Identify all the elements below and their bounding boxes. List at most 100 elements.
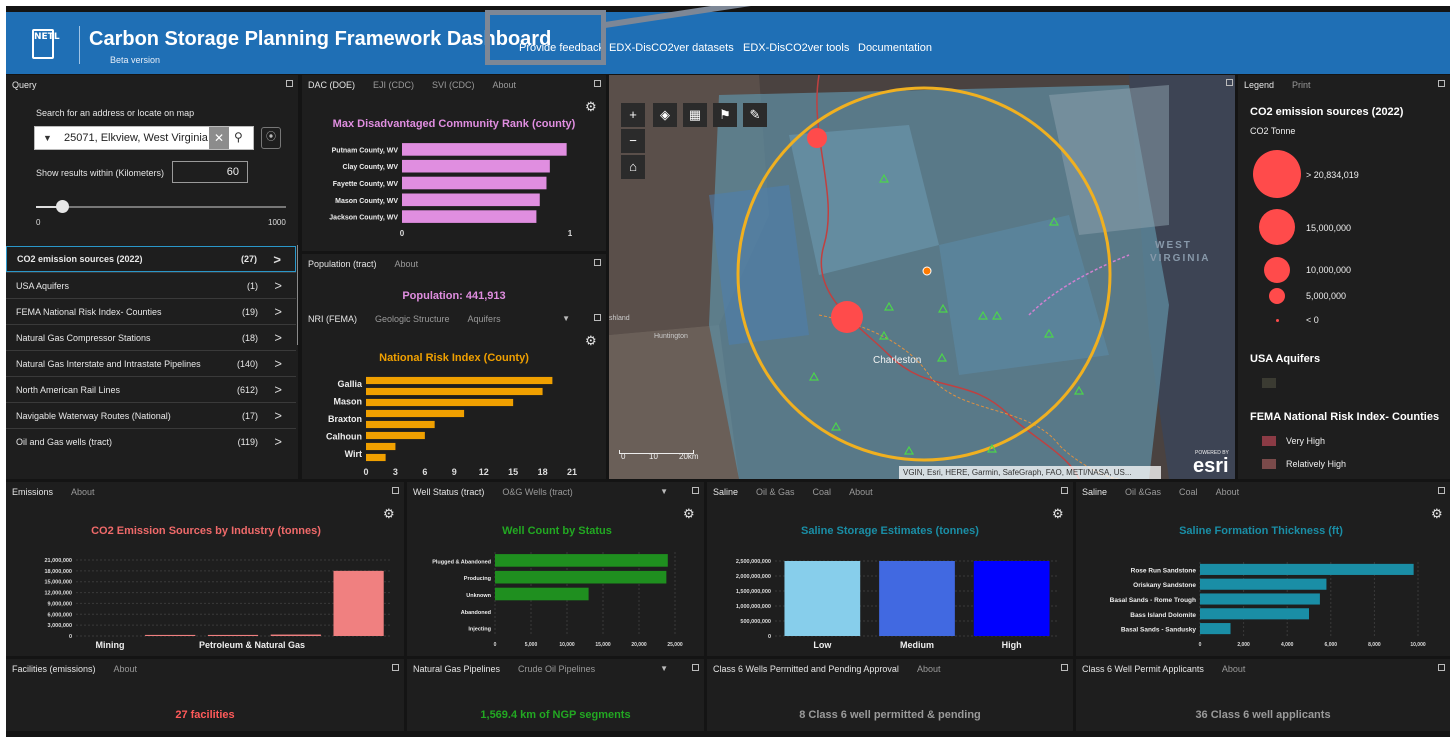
search-input[interactable]: 25071, Elkview, West Virginia bbox=[64, 132, 214, 144]
zoom-out-button[interactable]: − bbox=[621, 129, 645, 153]
locate-icon[interactable]: ⦿ bbox=[261, 127, 281, 149]
tab-about[interactable]: About bbox=[849, 487, 873, 497]
chevron-right-icon[interactable]: > bbox=[274, 382, 282, 397]
maximize-icon[interactable] bbox=[692, 487, 699, 494]
emission-source-marker[interactable] bbox=[807, 128, 827, 148]
maximize-icon[interactable] bbox=[1438, 487, 1445, 494]
layers-icon[interactable]: ◈ bbox=[653, 103, 677, 127]
chevron-right-icon[interactable]: > bbox=[274, 330, 282, 345]
tab-class6-permitted[interactable]: Class 6 Wells Permitted and Pending Appr… bbox=[713, 664, 899, 674]
tab-oil-gas[interactable]: Oil & Gas bbox=[756, 487, 795, 497]
nav-datasets[interactable]: EDX-DisCO2ver datasets bbox=[609, 42, 734, 54]
tab-about[interactable]: About bbox=[71, 487, 95, 497]
tab-about[interactable]: About bbox=[1216, 487, 1240, 497]
tab-well-status[interactable]: Well Status (tract) bbox=[413, 487, 484, 497]
tab-coal[interactable]: Coal bbox=[1179, 487, 1198, 497]
tab-nri-fema[interactable]: NRI (FEMA) bbox=[308, 314, 357, 324]
radius-slider-handle[interactable] bbox=[56, 200, 69, 213]
tab-aquifers[interactable]: Aquifers bbox=[468, 314, 501, 324]
query-result-row[interactable]: Navigable Waterway Routes (National) (17)… bbox=[6, 402, 296, 428]
query-result-row[interactable]: CO2 emission sources (2022) (27) > bbox=[6, 246, 296, 272]
legend-swatch-aquifer bbox=[1262, 378, 1276, 388]
query-result-row[interactable]: Oil and Gas wells (tract) (119) > bbox=[6, 428, 296, 454]
emission-source-marker[interactable] bbox=[831, 301, 863, 333]
tab-query[interactable]: Query bbox=[12, 80, 37, 90]
tab-saline[interactable]: Saline bbox=[1082, 487, 1107, 497]
chevron-right-icon[interactable]: > bbox=[274, 278, 282, 293]
maximize-icon[interactable] bbox=[1061, 487, 1068, 494]
map-panel[interactable]: WEST VIRGINIA Charleston Huntington shla… bbox=[609, 75, 1235, 479]
tab-crude-oil-pipelines[interactable]: Crude Oil Pipelines bbox=[518, 664, 595, 674]
chevron-down-icon[interactable]: ▼ bbox=[562, 314, 570, 323]
query-result-row[interactable]: Natural Gas Interstate and Intrastate Pi… bbox=[6, 350, 296, 376]
location-pin[interactable] bbox=[922, 266, 932, 276]
tab-about[interactable]: About bbox=[493, 80, 517, 90]
gear-icon[interactable]: ⚙ bbox=[585, 333, 597, 349]
tab-oil-gas[interactable]: Oil &Gas bbox=[1125, 487, 1161, 497]
radius-slider-track[interactable] bbox=[36, 206, 286, 208]
gear-icon[interactable]: ⚙ bbox=[683, 506, 695, 522]
nav-tools[interactable]: EDX-DisCO2ver tools bbox=[743, 42, 849, 54]
chevron-right-icon[interactable]: > bbox=[274, 434, 282, 449]
gear-icon[interactable]: ⚙ bbox=[383, 506, 395, 522]
search-icon[interactable]: ⚲ bbox=[234, 130, 243, 144]
chevron-right-icon[interactable]: > bbox=[273, 252, 281, 267]
clear-icon[interactable]: ✕ bbox=[209, 127, 229, 149]
basemap-gallery-icon[interactable]: ▦ bbox=[683, 103, 707, 127]
maximize-icon[interactable] bbox=[1438, 80, 1445, 87]
tab-coal[interactable]: Coal bbox=[813, 487, 832, 497]
radius-input[interactable]: 60 bbox=[172, 161, 248, 183]
bar bbox=[366, 387, 543, 396]
tab-about[interactable]: About bbox=[395, 259, 419, 269]
tab-eji-cdc[interactable]: EJI (CDC) bbox=[373, 80, 414, 90]
chevron-down-icon[interactable]: ▼ bbox=[660, 487, 668, 496]
search-box[interactable]: ▼ 25071, Elkview, West Virginia ✕ ⚲ bbox=[34, 126, 254, 150]
tab-emissions[interactable]: Emissions bbox=[12, 487, 53, 497]
query-result-row[interactable]: FEMA National Risk Index- Counties (19) > bbox=[6, 298, 296, 324]
map-canvas[interactable]: WEST VIRGINIA Charleston Huntington shla… bbox=[609, 75, 1235, 479]
zoom-in-button[interactable]: + bbox=[621, 103, 645, 127]
tab-about[interactable]: About bbox=[1222, 664, 1246, 674]
tab-og-wells[interactable]: O&G Wells (tract) bbox=[502, 487, 572, 497]
tab-print[interactable]: Print bbox=[1292, 80, 1311, 90]
tick-label: 1,000,000,000 bbox=[736, 604, 771, 610]
list-scrollbar[interactable] bbox=[297, 245, 298, 345]
tab-about[interactable]: About bbox=[114, 664, 138, 674]
maximize-icon[interactable] bbox=[594, 259, 601, 266]
maximize-icon[interactable] bbox=[692, 664, 699, 671]
measure-icon[interactable]: ⚑ bbox=[713, 103, 737, 127]
tab-population[interactable]: Population (tract) bbox=[308, 259, 377, 269]
gear-icon[interactable]: ⚙ bbox=[585, 99, 597, 115]
query-result-row[interactable]: North American Rail Lines (612) > bbox=[6, 376, 296, 402]
maximize-icon[interactable] bbox=[1438, 664, 1445, 671]
gear-icon[interactable]: ⚙ bbox=[1431, 506, 1443, 522]
home-button[interactable]: ⌂ bbox=[621, 155, 645, 179]
maximize-icon[interactable] bbox=[1061, 664, 1068, 671]
maximize-icon[interactable] bbox=[392, 664, 399, 671]
maximize-icon[interactable] bbox=[286, 80, 293, 87]
tab-class6-applicants[interactable]: Class 6 Well Permit Applicants bbox=[1082, 664, 1204, 674]
gear-icon[interactable]: ⚙ bbox=[1052, 506, 1064, 522]
query-result-row[interactable]: Natural Gas Compressor Stations (18) > bbox=[6, 324, 296, 350]
tab-ng-pipelines[interactable]: Natural Gas Pipelines bbox=[413, 664, 500, 674]
tab-dac-doe[interactable]: DAC (DOE) bbox=[308, 80, 355, 90]
maximize-icon[interactable] bbox=[392, 487, 399, 494]
tab-svi-cdc[interactable]: SVI (CDC) bbox=[432, 80, 475, 90]
maximize-icon[interactable] bbox=[594, 314, 601, 321]
tab-legend[interactable]: Legend bbox=[1244, 80, 1274, 90]
chevron-right-icon[interactable]: > bbox=[274, 356, 282, 371]
tab-facilities[interactable]: Facilities (emissions) bbox=[12, 664, 96, 674]
tab-saline[interactable]: Saline bbox=[713, 487, 738, 497]
chevron-down-icon[interactable]: ▼ bbox=[43, 133, 52, 143]
maximize-icon[interactable] bbox=[594, 80, 601, 87]
tab-geologic-structure[interactable]: Geologic Structure bbox=[375, 314, 450, 324]
nav-documentation[interactable]: Documentation bbox=[858, 42, 932, 54]
query-result-row[interactable]: USA Aquifers (1) > bbox=[6, 272, 296, 298]
chevron-down-icon[interactable]: ▼ bbox=[660, 664, 668, 673]
tab-about[interactable]: About bbox=[917, 664, 941, 674]
chevron-right-icon[interactable]: > bbox=[274, 408, 282, 423]
draw-icon[interactable]: ✎ bbox=[743, 103, 767, 127]
maximize-icon[interactable] bbox=[1226, 79, 1233, 86]
tick-label: 21,000,000 bbox=[44, 558, 72, 564]
chevron-right-icon[interactable]: > bbox=[274, 304, 282, 319]
